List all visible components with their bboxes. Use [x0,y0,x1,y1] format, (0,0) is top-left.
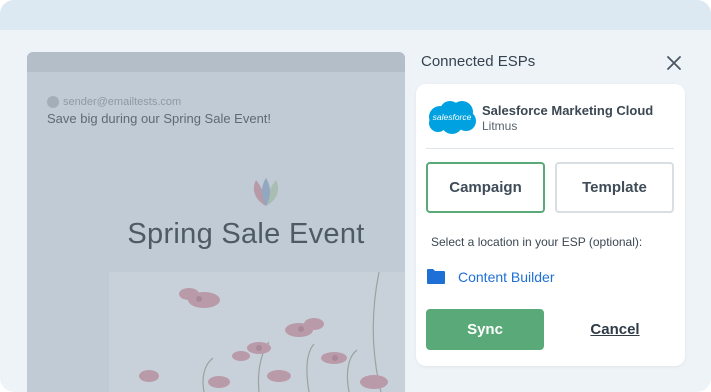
location-label: Select a location in your ESP (optional)… [431,235,643,249]
top-bar [0,0,711,30]
close-icon[interactable] [664,53,684,73]
email-headline: Spring Sale Event [127,218,365,250]
sender-email: sender@emailtests.com [63,96,182,108]
folder-content-builder[interactable]: Content Builder [426,268,555,285]
esp-card: salesforce Salesforce Marketing Cloud Li… [416,84,685,366]
folder-label: Content Builder [458,268,555,285]
esp-account: Litmus [482,119,518,133]
tab-template[interactable]: Template [555,162,674,213]
salesforce-logo-icon: salesforce [429,101,476,134]
esp-name: Salesforce Marketing Cloud [482,103,654,118]
salesforce-logo-text: salesforce [433,112,472,122]
brand-logo-icon [253,178,279,206]
sender-row: sender@emailtests.com [47,96,181,108]
sender-avatar [47,96,59,108]
email-subject: Save big during our Spring Sale Event! [47,111,272,126]
flower-photo [109,272,405,392]
email-preview: sender@emailtests.com Save big during ou… [27,52,405,392]
esp-sync-modal: sender@emailtests.com Save big during ou… [0,0,711,392]
divider [426,148,674,149]
panel-title: Connected ESPs [421,53,536,70]
preview-header-strip [27,52,405,72]
sync-button[interactable]: Sync [426,309,544,350]
cancel-button[interactable]: Cancel [572,309,658,350]
folder-icon [427,269,445,284]
tab-campaign[interactable]: Campaign [426,162,545,213]
